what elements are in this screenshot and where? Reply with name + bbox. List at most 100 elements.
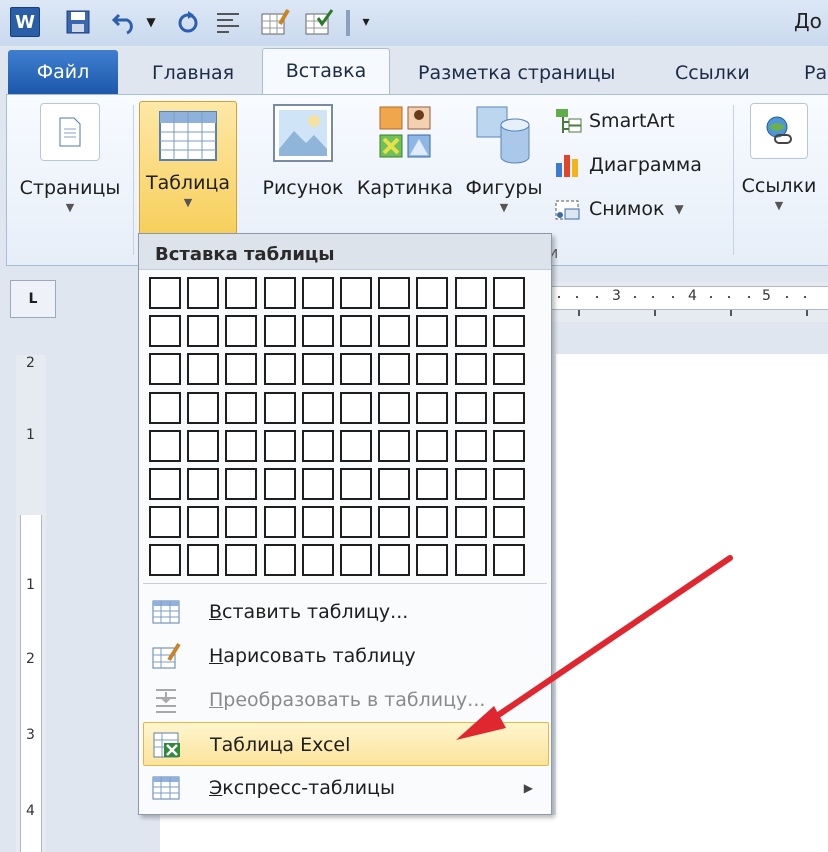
grid-cell[interactable] bbox=[340, 506, 372, 538]
grid-cell[interactable] bbox=[187, 392, 219, 424]
grid-cell[interactable] bbox=[225, 430, 257, 462]
tab-page-layout[interactable]: Разметка страницы bbox=[418, 52, 615, 94]
grid-cell[interactable] bbox=[340, 353, 372, 385]
clipart-button[interactable]: Картинка bbox=[355, 103, 455, 199]
grid-cell[interactable] bbox=[416, 506, 448, 538]
grid-cell[interactable] bbox=[149, 544, 181, 576]
grid-cell[interactable] bbox=[302, 430, 334, 462]
grid-cell[interactable] bbox=[225, 468, 257, 500]
pages-button[interactable]: Страницы ▼ bbox=[11, 103, 129, 214]
grid-cell[interactable] bbox=[378, 315, 410, 347]
grid-cell[interactable] bbox=[264, 506, 296, 538]
tab-stop-selector[interactable]: L bbox=[10, 280, 56, 318]
grid-cell[interactable] bbox=[455, 506, 487, 538]
grid-cell[interactable] bbox=[455, 315, 487, 347]
grid-cell[interactable] bbox=[340, 430, 372, 462]
grid-cell[interactable] bbox=[225, 315, 257, 347]
grid-cell[interactable] bbox=[378, 544, 410, 576]
grid-cell[interactable] bbox=[187, 353, 219, 385]
grid-cell[interactable] bbox=[340, 277, 372, 309]
grid-cell[interactable] bbox=[378, 506, 410, 538]
grid-cell[interactable] bbox=[378, 353, 410, 385]
menu-item-draw-table[interactable]: Нарисовать таблицу bbox=[143, 634, 549, 678]
undo-dropdown-icon[interactable]: ▼ bbox=[142, 8, 160, 36]
redo-icon[interactable] bbox=[172, 8, 204, 36]
grid-cell[interactable] bbox=[340, 315, 372, 347]
grid-cell[interactable] bbox=[225, 353, 257, 385]
tab-home[interactable]: Главная bbox=[152, 52, 234, 94]
grid-cell[interactable] bbox=[149, 430, 181, 462]
grid-cell[interactable] bbox=[264, 468, 296, 500]
grid-cell[interactable] bbox=[302, 277, 334, 309]
table-check-icon[interactable] bbox=[302, 8, 336, 36]
tab-insert[interactable]: Вставка bbox=[262, 48, 390, 96]
grid-cell[interactable] bbox=[493, 506, 525, 538]
grid-cell[interactable] bbox=[455, 544, 487, 576]
grid-cell[interactable] bbox=[187, 430, 219, 462]
menu-item-quick-tables[interactable]: Экспресс-таблицы ▶ bbox=[143, 766, 549, 810]
grid-cell[interactable] bbox=[187, 468, 219, 500]
tab-partial[interactable]: Ра bbox=[804, 52, 827, 94]
grid-cell[interactable] bbox=[302, 544, 334, 576]
tab-references[interactable]: Ссылки bbox=[675, 52, 750, 94]
grid-cell[interactable] bbox=[493, 544, 525, 576]
grid-cell[interactable] bbox=[455, 277, 487, 309]
customize-qa-icon[interactable]: ▾ bbox=[356, 8, 376, 36]
grid-cell[interactable] bbox=[264, 544, 296, 576]
grid-cell[interactable] bbox=[149, 315, 181, 347]
grid-cell[interactable] bbox=[149, 468, 181, 500]
chart-button[interactable]: Диаграмма bbox=[553, 151, 702, 179]
links-button[interactable]: Ссылки ▼ bbox=[735, 103, 823, 212]
grid-cell[interactable] bbox=[187, 277, 219, 309]
grid-cell[interactable] bbox=[416, 277, 448, 309]
grid-cell[interactable] bbox=[149, 506, 181, 538]
grid-cell[interactable] bbox=[378, 430, 410, 462]
grid-cell[interactable] bbox=[493, 430, 525, 462]
grid-cell[interactable] bbox=[378, 277, 410, 309]
grid-cell[interactable] bbox=[455, 430, 487, 462]
grid-cell[interactable] bbox=[493, 353, 525, 385]
grid-cell[interactable] bbox=[416, 468, 448, 500]
grid-cell[interactable] bbox=[264, 315, 296, 347]
document-page[interactable] bbox=[556, 354, 828, 852]
table-button[interactable]: Таблица ▼ bbox=[139, 101, 237, 235]
menu-item-insert-table[interactable]: Вставить таблицу... bbox=[143, 590, 549, 634]
grid-cell[interactable] bbox=[378, 468, 410, 500]
tab-file[interactable]: Файл bbox=[8, 50, 118, 94]
screenshot-button[interactable]: Снимок ▼ bbox=[553, 195, 684, 223]
grid-cell[interactable] bbox=[187, 506, 219, 538]
draw-table-qa-icon[interactable] bbox=[258, 8, 292, 36]
grid-cell[interactable] bbox=[225, 277, 257, 309]
grid-cell[interactable] bbox=[416, 392, 448, 424]
grid-cell[interactable] bbox=[340, 468, 372, 500]
grid-cell[interactable] bbox=[340, 544, 372, 576]
grid-cell[interactable] bbox=[225, 506, 257, 538]
shapes-button[interactable]: Фигуры ▼ bbox=[459, 103, 549, 214]
menu-item-convert-to-table[interactable]: Преобразовать в таблицу... bbox=[143, 678, 549, 722]
grid-cell[interactable] bbox=[340, 392, 372, 424]
grid-cell[interactable] bbox=[302, 392, 334, 424]
grid-cell[interactable] bbox=[149, 277, 181, 309]
grid-cell[interactable] bbox=[187, 544, 219, 576]
grid-cell[interactable] bbox=[187, 315, 219, 347]
vertical-ruler[interactable]: 2 1 1 2 3 4 bbox=[16, 355, 46, 852]
grid-cell[interactable] bbox=[493, 315, 525, 347]
grid-cell[interactable] bbox=[416, 353, 448, 385]
grid-cell[interactable] bbox=[264, 430, 296, 462]
grid-cell[interactable] bbox=[416, 430, 448, 462]
grid-cell[interactable] bbox=[302, 506, 334, 538]
grid-cell[interactable] bbox=[264, 392, 296, 424]
grid-cell[interactable] bbox=[264, 353, 296, 385]
align-icon[interactable] bbox=[212, 8, 246, 36]
grid-cell[interactable] bbox=[493, 468, 525, 500]
grid-cell[interactable] bbox=[493, 392, 525, 424]
grid-cell[interactable] bbox=[302, 315, 334, 347]
grid-cell[interactable] bbox=[225, 544, 257, 576]
grid-cell[interactable] bbox=[149, 392, 181, 424]
grid-cell[interactable] bbox=[264, 277, 296, 309]
horizontal-ruler[interactable]: 3 4 5 bbox=[552, 282, 828, 322]
save-icon[interactable] bbox=[62, 8, 94, 36]
smartart-button[interactable]: SmartArt bbox=[553, 107, 675, 135]
word-logo-icon[interactable]: W bbox=[10, 7, 40, 37]
grid-cell[interactable] bbox=[149, 353, 181, 385]
